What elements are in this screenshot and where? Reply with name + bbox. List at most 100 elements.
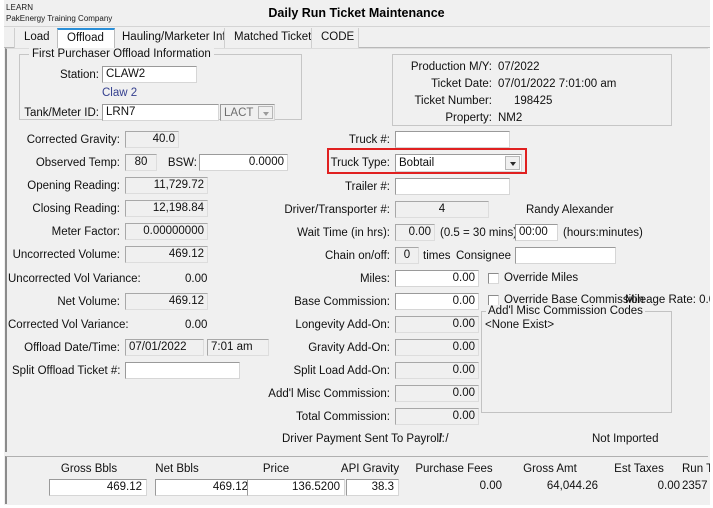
driver-transporter-input[interactable]: 4 [395, 201, 489, 218]
summary-header-gross-amt: Gross Amt [523, 463, 577, 475]
station-label: Station: [60, 69, 99, 81]
wait-time-hours-minutes-input[interactable]: 00:00 [515, 224, 558, 241]
tab-load[interactable]: Load [14, 28, 62, 48]
offload-datetime-label: Offload Date/Time: [24, 342, 120, 354]
summary-value-api-gravity[interactable]: 38.3 [346, 479, 399, 496]
uncorrected-volume-label: Uncorrected Volume: [12, 249, 120, 261]
summary-header-api-gravity: API Gravity [340, 463, 400, 475]
uncorrected-vol-variance-label: Uncorrected Vol Variance: [8, 273, 141, 285]
split-load-addon-input[interactable]: 0.00 [395, 362, 479, 379]
ticket-date-label: Ticket Date: [431, 78, 492, 90]
driver-payment-sent-label: Driver Payment Sent To Payroll: [282, 433, 445, 445]
net-volume-input[interactable]: 469.12 [125, 293, 208, 310]
truck-number-input[interactable] [395, 131, 510, 148]
chevron-down-icon[interactable] [258, 106, 273, 119]
miles-label: Miles: [359, 273, 390, 285]
tab-bar: Load Offload Hauling/Marketer Info Match… [0, 27, 713, 48]
split-offload-ticket-label: Split Offload Ticket #: [12, 365, 121, 377]
summary-value-run-ticket-lines: 2357 [682, 480, 708, 492]
offload-date-input[interactable]: 07/01/2022 [125, 339, 204, 356]
station-link[interactable]: Claw 2 [102, 87, 137, 99]
summary-header-purchase-fees: Purchase Fees [415, 463, 493, 475]
tab-matched-tickets[interactable]: Matched Tickets [224, 28, 317, 48]
opening-reading-input[interactable]: 11,729.72 [125, 177, 208, 194]
truck-number-label: Truck #: [348, 134, 390, 146]
tab-hauling-marketer-info[interactable]: Hauling/Marketer Info [112, 28, 232, 48]
ticket-date-value: 07/01/2022 7:01:00 am [498, 78, 617, 90]
meter-factor-label: Meter Factor: [51, 226, 120, 238]
consignee-id-input[interactable] [515, 247, 616, 264]
miles-input[interactable]: 0.00 [395, 270, 479, 287]
offload-tab-panel: First Purchaser Offload Information Stat… [5, 48, 713, 452]
split-load-addon-label: Split Load Add-On: [293, 365, 390, 377]
truck-type-label: Truck Type: [330, 157, 390, 169]
tab-code[interactable]: CODE [311, 28, 359, 48]
addl-misc-commission-input[interactable]: 0.00 [395, 385, 479, 402]
wait-time-hint: (0.5 = 30 mins) [440, 227, 518, 239]
trailer-number-input[interactable] [395, 178, 510, 195]
override-miles-checkbox[interactable] [488, 273, 499, 284]
production-my-label: Production M/Y: [410, 61, 492, 73]
net-volume-label: Net Volume: [57, 296, 120, 308]
total-commission-label: Total Commission: [296, 411, 390, 423]
truck-type-combo[interactable]: Bobtail [395, 154, 522, 172]
base-commission-input[interactable]: 0.00 [395, 293, 479, 310]
driver-name-text: Randy Alexander [526, 204, 614, 216]
addl-misc-commission-codes-title: Add'l Misc Commission Codes [486, 305, 645, 317]
summary-bar: Gross Bbls 469.12 Net Bbls 469.12 Price … [5, 456, 713, 504]
corrected-vol-variance-value: 0.00 [185, 319, 208, 331]
station-input[interactable]: CLAW2 [102, 66, 197, 83]
wait-time-label: Wait Time (in hrs): [297, 227, 390, 239]
closing-reading-input[interactable]: 12,198.84 [125, 200, 208, 217]
meter-factor-input[interactable]: 0.00000000 [125, 223, 208, 240]
closing-reading-label: Closing Reading: [32, 203, 120, 215]
ticket-number-value: 198425 [514, 95, 553, 107]
tank-meter-id-input[interactable]: LRN7 [102, 104, 219, 121]
driver-payment-sent-value: / / [439, 433, 449, 445]
summary-header-price: Price [262, 463, 290, 475]
window-left-margin [0, 0, 4, 508]
uncorrected-vol-variance-value: 0.00 [185, 273, 208, 285]
summary-value-price[interactable]: 136.5200 [247, 479, 345, 496]
summary-value-net-bbls[interactable]: 469.12 [155, 479, 253, 496]
bsw-label: BSW: [167, 157, 197, 169]
addl-misc-commission-codes-empty: <None Exist> [485, 319, 555, 331]
longevity-addon-label: Longevity Add-On: [295, 319, 390, 331]
summary-header-est-taxes: Est Taxes [614, 463, 664, 475]
chevron-down-icon[interactable] [505, 156, 520, 170]
summary-header-run-ticket-lines: Run Ticket L [682, 463, 713, 475]
meter-type-combo[interactable]: LACT [220, 104, 275, 121]
summary-value-est-taxes: 0.00 [657, 480, 680, 492]
chain-times-label: times [423, 250, 451, 262]
ticket-number-label: Ticket Number: [414, 95, 492, 107]
trailer-number-label: Trailer #: [345, 181, 390, 193]
title-bar: LEARN PakEnergy Training Company Daily R… [0, 0, 713, 27]
offload-time-input[interactable]: 7:01 am [207, 339, 269, 356]
base-commission-label: Base Commission: [294, 296, 390, 308]
opening-reading-label: Opening Reading: [27, 180, 120, 192]
corrected-gravity-input[interactable]: 40.0 [125, 131, 179, 148]
gravity-addon-input[interactable]: 0.00 [395, 339, 479, 356]
tab-offload[interactable]: Offload [57, 28, 115, 48]
first-purchaser-groupbox-title: First Purchaser Offload Information [29, 48, 214, 60]
summary-header-net-bbls: Net Bbls [155, 463, 199, 475]
tank-meter-id-label: Tank/Meter ID: [24, 107, 99, 119]
corrected-vol-variance-label: Corrected Vol Variance: [8, 319, 129, 331]
property-label: Property: [445, 112, 492, 124]
observed-temp-input[interactable]: 80 [125, 154, 157, 171]
split-offload-ticket-input[interactable] [125, 362, 240, 379]
wait-time-input[interactable]: 0.00 [395, 224, 435, 241]
corrected-gravity-label: Corrected Gravity: [26, 134, 120, 146]
override-miles-label: Override Miles [504, 272, 579, 284]
uncorrected-volume-input[interactable]: 469.12 [125, 246, 208, 263]
chain-on-off-input[interactable]: 0 [395, 247, 419, 264]
summary-value-gross-bbls[interactable]: 469.12 [49, 479, 147, 496]
daily-run-ticket-window: LEARN PakEnergy Training Company Daily R… [0, 0, 713, 508]
chain-on-off-label: Chain on/off: [324, 250, 390, 262]
gravity-addon-label: Gravity Add-On: [308, 342, 390, 354]
property-value: NM2 [498, 112, 523, 124]
total-commission-input[interactable]: 0.00 [395, 408, 479, 425]
longevity-addon-input[interactable]: 0.00 [395, 316, 479, 333]
summary-value-purchase-fees: 0.00 [479, 480, 502, 492]
summary-value-gross-amt: 64,044.26 [546, 480, 598, 492]
